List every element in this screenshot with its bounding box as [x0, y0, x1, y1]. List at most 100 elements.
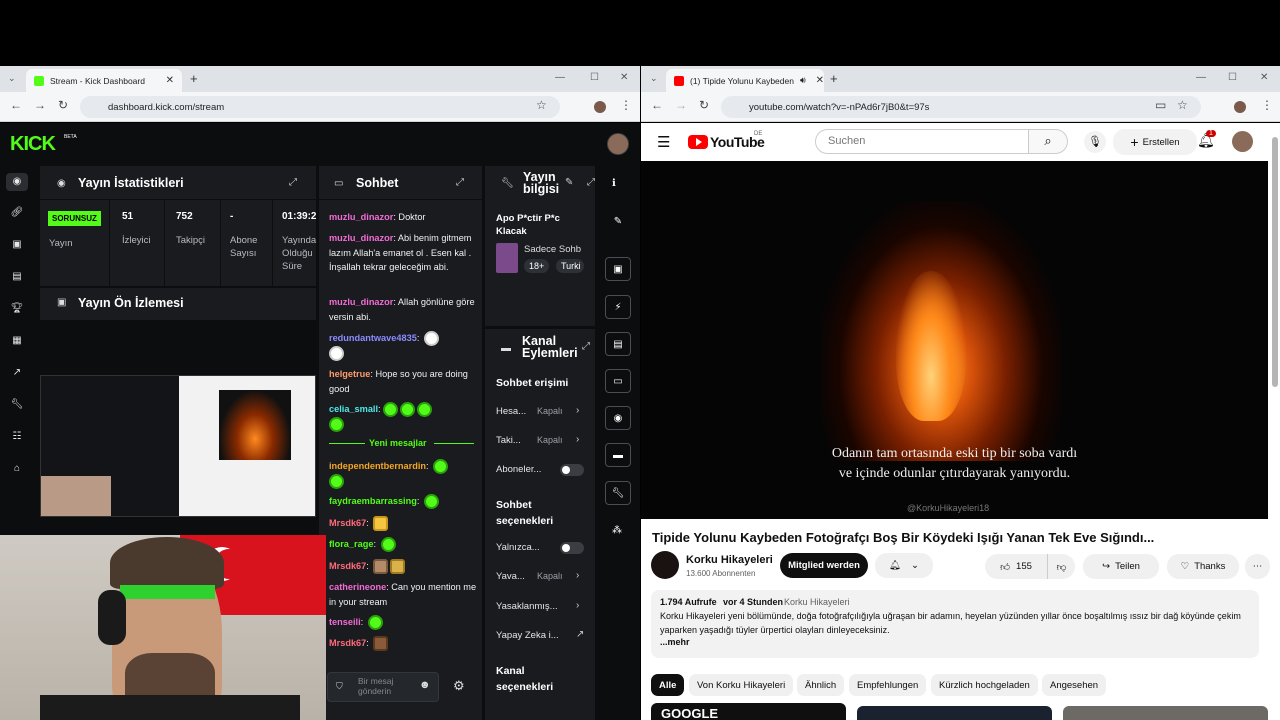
chat-message[interactable]: independentbernardin: — [329, 459, 479, 490]
nav-tools-icon[interactable]: 🔧︎ — [8, 399, 26, 410]
chat-message[interactable]: muzlu_dinazor: Abi benim gitmem lazım Al… — [329, 231, 479, 275]
minimize-icon[interactable]: — — [555, 72, 565, 83]
tab-kick-dashboard[interactable]: Stream - Kick Dashboard ✕ — [26, 69, 182, 92]
nav-analytics-icon[interactable]: ↗ — [8, 367, 26, 378]
nav-layout-icon[interactable]: ▤ — [8, 271, 26, 282]
rail-screen-icon[interactable]: ▣ — [605, 257, 631, 281]
back-icon[interactable]: ← — [651, 98, 663, 112]
setting-row-label[interactable]: Taki... — [496, 435, 521, 446]
rail-chat-icon[interactable]: ▭ — [605, 369, 631, 393]
chat-message[interactable]: faydraembarrassing: — [329, 494, 479, 510]
chat-message[interactable]: Mrsdk67: — [329, 516, 479, 532]
search-input[interactable]: Suchen — [815, 129, 1029, 154]
chat-input[interactable]: ⛉ Bir mesaj gönderin ☻ — [327, 672, 439, 702]
channel-avatar[interactable] — [651, 551, 679, 579]
setting-row-label[interactable]: Yasaklanmış... — [496, 601, 558, 612]
chat-message[interactable]: Mrsdk67: — [329, 636, 479, 652]
rail-bolt-icon[interactable]: ⚡︎ — [605, 295, 631, 319]
nav-store-icon[interactable]: ⌂ — [8, 463, 26, 474]
chevron-right-icon[interactable]: › — [576, 405, 579, 416]
chat-message[interactable]: celia_small: — [329, 402, 479, 433]
user-avatar[interactable] — [607, 133, 629, 155]
rail-play-icon[interactable]: ◉ — [605, 406, 631, 430]
close-window-icon[interactable]: ✕ — [620, 72, 628, 83]
chip-similar[interactable]: Ähnlich — [797, 674, 845, 696]
cast-icon[interactable]: ▭ — [1155, 98, 1166, 112]
setting-row-label[interactable]: Hesa... — [496, 406, 526, 417]
related-video-thumbnail[interactable] — [857, 706, 1052, 720]
page-scrollbar[interactable] — [1272, 137, 1278, 387]
expand-stats-icon[interactable]: ⤢ — [289, 177, 297, 188]
url-field[interactable]: dashboard.kick.com/stream — [80, 96, 560, 118]
close-window-icon[interactable]: ✕ — [1260, 72, 1268, 83]
related-video-thumbnail[interactable] — [1063, 706, 1268, 720]
close-tab-icon[interactable]: ✕ — [166, 75, 174, 86]
tag-language[interactable]: Turki — [556, 259, 584, 273]
chip-recently-uploaded[interactable]: Kürzlich hochgeladen — [931, 674, 1038, 696]
chat-message[interactable]: redundantwave4835: — [329, 331, 479, 362]
menu-kebab-icon[interactable]: ⋮ — [620, 98, 632, 112]
reload-icon[interactable]: ↻ — [699, 98, 709, 112]
chat-message[interactable]: catherineone: Can you mention me in your… — [329, 580, 479, 609]
new-tab-icon[interactable]: + — [190, 71, 198, 86]
chat-message[interactable]: tenseili: — [329, 615, 479, 631]
chat-message[interactable]: muzlu_dinazor: Allah gönlüne göre versin… — [329, 295, 479, 324]
like-button[interactable]: 👍︎ 155 — [985, 554, 1047, 579]
nav-dashboard-icon[interactable]: ◉ — [6, 173, 28, 191]
maximize-icon[interactable]: ☐ — [590, 72, 599, 83]
subscribe-bell-button[interactable]: 🔔︎ ⌄ — [875, 553, 933, 578]
expand-chat-icon[interactable]: ⤢ — [456, 177, 464, 188]
channel-name[interactable]: Korku Hikayeleri — [686, 554, 773, 566]
chip-all[interactable]: Alle — [651, 674, 685, 696]
create-button[interactable]: + Erstellen — [1113, 129, 1197, 155]
nav-screen-icon[interactable]: ▣ — [8, 239, 26, 250]
dislike-button[interactable]: 👎︎ — [1047, 554, 1075, 579]
edit-info-icon[interactable]: ✎ — [565, 177, 573, 188]
join-button[interactable]: Mitglied werden — [780, 553, 868, 578]
nav-trophy-icon[interactable]: 🏆︎ — [8, 303, 26, 314]
nav-link-icon[interactable]: 🔗︎ — [8, 207, 26, 218]
rail-edit-icon[interactable]: ✎ — [605, 209, 631, 233]
back-icon[interactable]: ← — [10, 98, 22, 112]
reload-icon[interactable]: ↻ — [58, 98, 68, 112]
forward-icon[interactable]: → — [675, 98, 687, 112]
rail-info-icon[interactable]: ℹ — [612, 178, 616, 189]
hamburger-menu-icon[interactable]: ☰ — [657, 133, 670, 151]
maximize-icon[interactable]: ☐ — [1228, 72, 1237, 83]
profile-avatar-icon[interactable] — [1234, 101, 1246, 113]
chat-message[interactable]: flora_rage: — [329, 537, 479, 553]
chip-channel[interactable]: Von Korku Hikayeleri — [689, 674, 794, 696]
description-channel-link[interactable]: Korku Hikayeleri — [784, 597, 850, 607]
setting-row-label[interactable]: Yapay Zeka i... — [496, 630, 559, 641]
chat-message[interactable]: Mrsdk67: — [329, 559, 479, 575]
rail-list-icon[interactable]: ▤ — [605, 332, 631, 356]
more-actions-icon[interactable]: ⋯ — [1245, 554, 1270, 579]
expand-info-icon[interactable]: ⤢ — [587, 177, 595, 188]
close-tab-icon[interactable]: ✕ — [816, 75, 824, 86]
emote-only-toggle[interactable] — [560, 542, 584, 554]
setting-row-label[interactable]: Yava... — [496, 571, 525, 582]
emoji-icon[interactable]: ☻ — [419, 679, 431, 691]
external-link-icon[interactable]: ↗ — [576, 629, 584, 640]
tab-search-icon[interactable]: ⌄ — [650, 73, 658, 84]
thanks-button[interactable]: ♡ Thanks — [1167, 554, 1239, 579]
share-button[interactable]: ↪ Teilen — [1083, 554, 1159, 579]
rail-wrench-icon[interactable]: 🔧︎ — [605, 481, 631, 505]
video-player[interactable]: Odanın tam ortasında eski tip bir soba v… — [641, 161, 1268, 519]
nav-community-icon[interactable]: ☷ — [8, 431, 26, 442]
chevron-right-icon[interactable]: › — [576, 600, 579, 611]
kick-logo[interactable]: KICK — [10, 133, 56, 156]
user-avatar[interactable] — [1232, 131, 1253, 152]
audio-icon[interactable]: 🔊︎ — [800, 75, 806, 86]
minimize-icon[interactable]: — — [1196, 72, 1206, 83]
voice-search-icon[interactable]: 🎙︎ — [1084, 131, 1106, 153]
chat-message[interactable]: muzlu_dinazor: Doktor — [329, 210, 479, 225]
bookmark-star-icon[interactable]: ☆ — [536, 98, 547, 112]
tag-age[interactable]: 18+ — [524, 259, 550, 273]
menu-kebab-icon[interactable]: ⋮ — [1261, 98, 1273, 112]
tab-search-icon[interactable]: ⌄ — [8, 73, 16, 84]
search-button[interactable]: ⌕ — [1028, 129, 1068, 154]
rail-dots-icon[interactable]: ⁂ — [612, 525, 622, 536]
related-video-thumbnail[interactable]: GOOGLE — [651, 703, 846, 720]
chip-recommendations[interactable]: Empfehlungen — [849, 674, 927, 696]
